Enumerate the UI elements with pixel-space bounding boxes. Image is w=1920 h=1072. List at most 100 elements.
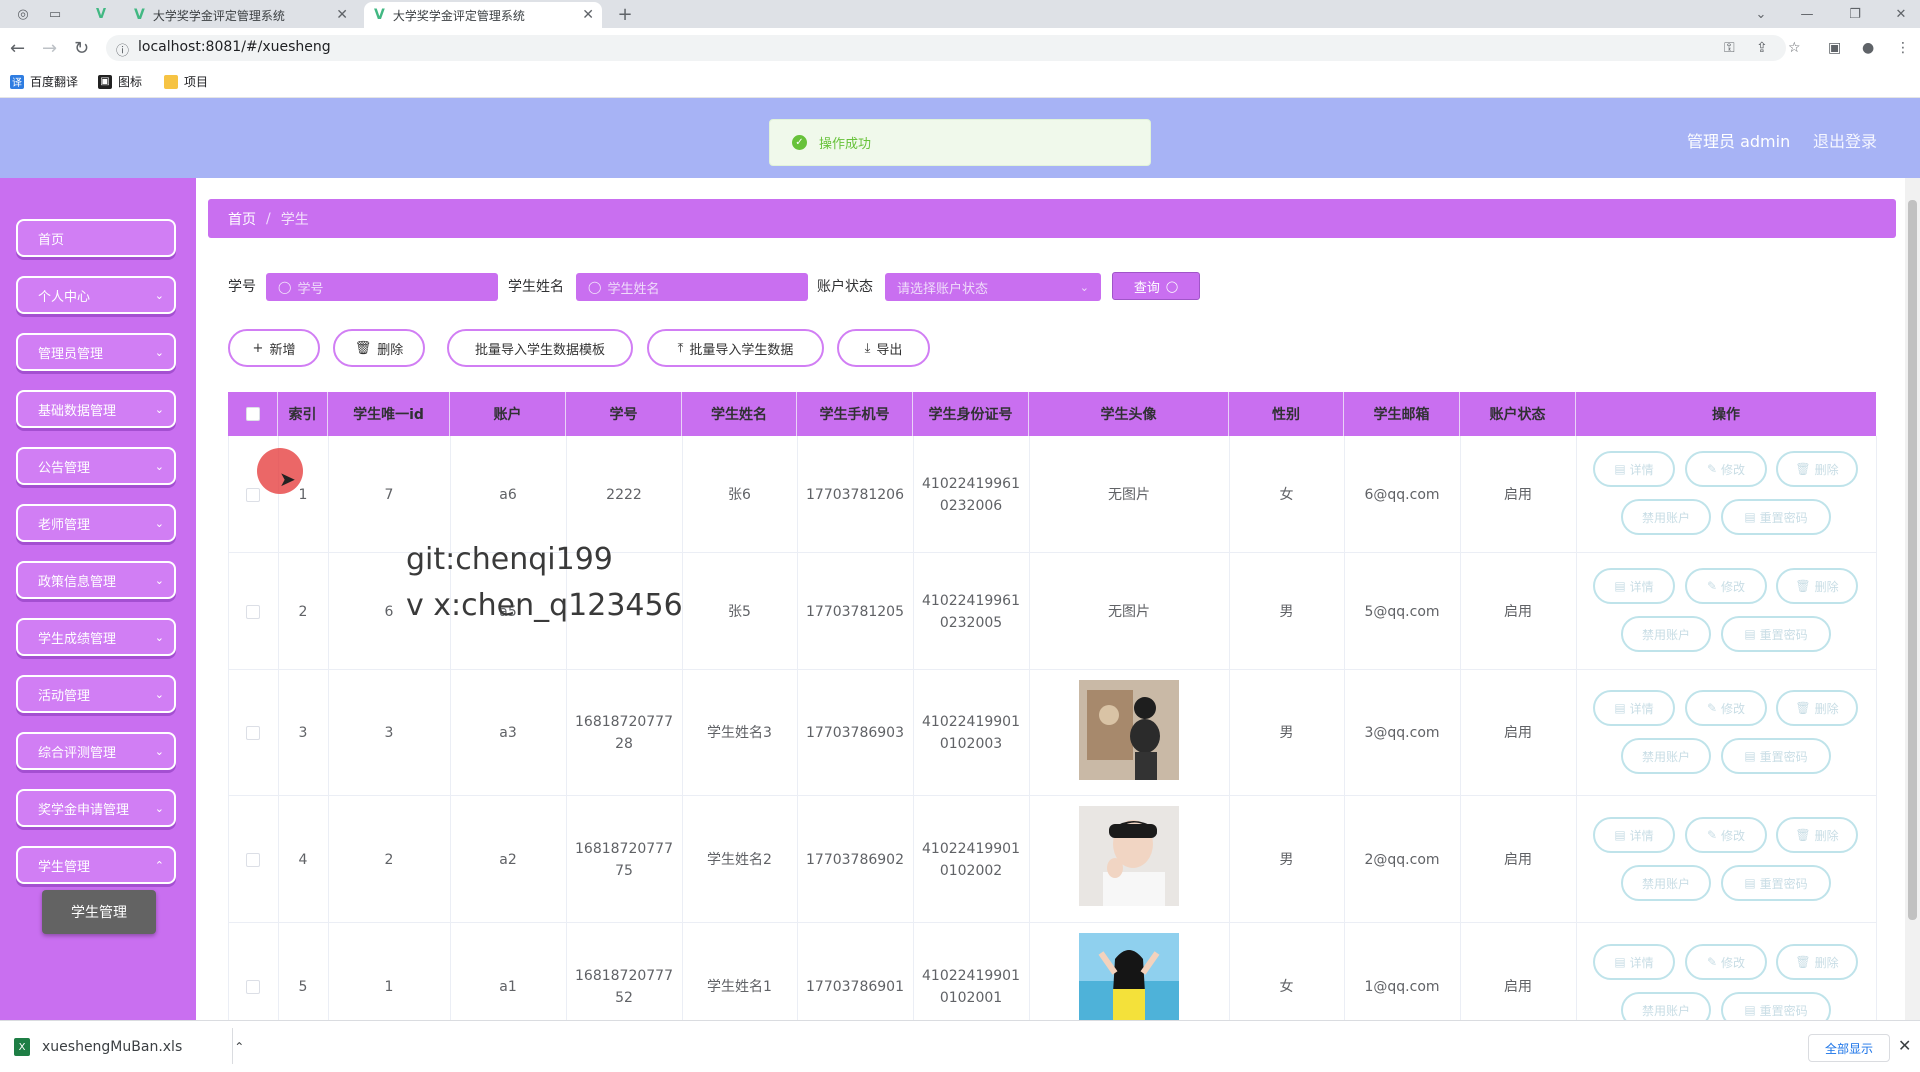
sidebar-item-scholarship[interactable]: 奖学金申请管理 ⌄ <box>16 789 176 827</box>
star-icon[interactable]: ☆ <box>1788 40 1801 56</box>
sidebar-item-notices[interactable]: 公告管理 ⌄ <box>16 447 176 485</box>
sidebar-item-evaluation[interactable]: 综合评测管理 ⌄ <box>16 732 176 770</box>
detail-button[interactable]: ▤ 详情 <box>1593 944 1675 980</box>
edit-button[interactable]: ✎ 修改 <box>1685 568 1767 604</box>
row-delete-button[interactable]: 🗑 删除 <box>1776 944 1858 980</box>
globe-icon[interactable]: ◎ <box>14 5 32 23</box>
sidebar-item-admins[interactable]: 管理员管理 ⌄ <box>16 333 176 371</box>
window-close-icon[interactable]: ✕ <box>1892 5 1910 23</box>
info-icon[interactable]: ⓘ <box>116 40 129 59</box>
chevron-down-icon: ⌄ <box>154 801 164 815</box>
sidebar-item-students[interactable]: 学生管理 ⌃ <box>16 846 176 884</box>
reset-password-button[interactable]: ▤ 重置密码 <box>1721 499 1831 535</box>
batch-import-button[interactable]: ⤒ 批量导入学生数据 <box>647 329 824 367</box>
document-icon: ▤ <box>1614 701 1626 715</box>
reload-icon[interactable]: ↻ <box>74 38 89 59</box>
tab-1[interactable]: V 大学奖学金评定管理系统 ✕ <box>124 2 356 28</box>
close-icon[interactable]: ✕ <box>336 7 348 23</box>
edit-button[interactable]: ✎ 修改 <box>1685 944 1767 980</box>
profile-icon[interactable]: ● <box>1862 40 1874 56</box>
breadcrumb-home[interactable]: 首页 <box>228 209 256 229</box>
disable-account-button[interactable]: 禁用账户 <box>1621 616 1711 652</box>
row-delete-button[interactable]: 🗑 删除 <box>1776 451 1858 487</box>
sidepanel-icon[interactable]: ▣ <box>1828 40 1841 56</box>
disable-account-button[interactable]: 禁用账户 <box>1621 865 1711 901</box>
pencil-icon: ✎ <box>1706 701 1718 715</box>
reset-password-button[interactable]: ▤ 重置密码 <box>1721 616 1831 652</box>
row-checkbox[interactable] <box>246 726 260 740</box>
button-label: 详情 <box>1629 955 1654 970</box>
add-button[interactable]: + 新增 <box>228 329 320 367</box>
chevron-up-icon: ⌃ <box>154 858 164 872</box>
logout-button[interactable]: 退出登录 <box>1813 128 1877 152</box>
row-checkbox[interactable] <box>246 604 260 619</box>
cell-gender: 女 <box>1279 486 1294 503</box>
sidebar-item-policy[interactable]: 政策信息管理 ⌄ <box>16 561 176 599</box>
pinned-tab-icon[interactable]: ▭ <box>46 5 64 23</box>
row-delete-button[interactable]: 🗑 删除 <box>1776 690 1858 726</box>
bookmark-icons[interactable]: ▣ 图标 <box>98 73 142 90</box>
chevron-down-icon: ⌄ <box>154 459 164 473</box>
detail-button[interactable]: ▤ 详情 <box>1593 817 1675 853</box>
edit-button[interactable]: ✎ 修改 <box>1685 451 1767 487</box>
tab-2[interactable]: V 大学奖学金评定管理系统 ✕ <box>364 2 602 28</box>
bookmark-translate[interactable]: 译 百度翻译 <box>10 73 78 90</box>
sidebar-item-grades[interactable]: 学生成绩管理 ⌄ <box>16 618 176 656</box>
student-id-input[interactable]: ◯ 学号 <box>266 273 498 301</box>
row-delete-button[interactable]: 🗑 删除 <box>1776 817 1858 853</box>
share-icon[interactable]: ⇪ <box>1756 40 1768 56</box>
minimize-icon[interactable]: — <box>1798 5 1816 23</box>
sidebar-item-home[interactable]: 首页 <box>16 219 176 257</box>
reset-password-button[interactable]: ▤ 重置密码 <box>1721 738 1831 774</box>
detail-button[interactable]: ▤ 详情 <box>1593 451 1675 487</box>
scrollbar-thumb[interactable] <box>1908 200 1917 920</box>
chevron-up-icon[interactable]: ⌃ <box>234 1040 244 1054</box>
forward-icon[interactable]: → <box>42 38 57 59</box>
cell-avatar: 无图片 <box>1108 603 1150 620</box>
reset-password-button[interactable]: ▤ 重置密码 <box>1721 865 1831 901</box>
sidebar-subitem-students[interactable]: 学生管理 <box>42 890 156 934</box>
row-checkbox[interactable] <box>246 487 260 502</box>
download-item[interactable]: X xueshengMuBan.xls ⌃ <box>14 1038 244 1056</box>
detail-button[interactable]: ▤ 详情 <box>1593 568 1675 604</box>
sidebar-item-label: 奖学金申请管理 <box>38 802 130 818</box>
detail-button[interactable]: ▤ 详情 <box>1593 690 1675 726</box>
account-status-select[interactable]: 请选择账户状态 ⌄ <box>885 273 1101 301</box>
row-checkbox[interactable] <box>246 852 260 867</box>
sidebar-item-base-data[interactable]: 基础数据管理 ⌄ <box>16 390 176 428</box>
import-template-button[interactable]: 批量导入学生数据模板 <box>447 329 633 367</box>
key-icon[interactable]: ⚿ <box>1724 40 1735 56</box>
delete-button[interactable]: 🗑 删除 <box>333 329 425 367</box>
breadcrumb: 首页 / 学生 <box>208 199 1896 238</box>
student-id-label: 学号 <box>228 279 256 295</box>
select-all-checkbox[interactable] <box>245 407 260 421</box>
button-label: 详情 <box>1629 579 1654 594</box>
edit-button[interactable]: ✎ 修改 <box>1685 690 1767 726</box>
edit-button[interactable]: ✎ 修改 <box>1685 817 1767 853</box>
row-delete-button[interactable]: 🗑 删除 <box>1776 568 1858 604</box>
bookmark-project[interactable]: 项目 <box>164 73 208 90</box>
chevron-down-icon[interactable]: ⌄ <box>1752 5 1770 23</box>
sidebar-item-activities[interactable]: 活动管理 ⌄ <box>16 675 176 713</box>
close-icon[interactable]: ✕ <box>582 7 594 23</box>
cell-idcard: 41022419961 0232005 <box>922 592 1020 631</box>
url-text: localhost:8081/#/xuesheng <box>138 39 331 55</box>
new-tab-icon[interactable]: + <box>616 4 634 25</box>
disable-account-button[interactable]: 禁用账户 <box>1621 499 1711 535</box>
placeholder: 请选择账户状态 <box>897 281 989 297</box>
menu-icon[interactable]: ⋮ <box>1896 40 1910 56</box>
search-button[interactable]: 查询 ◯ <box>1112 272 1200 300</box>
sidebar-item-profile[interactable]: 个人中心 ⌄ <box>16 276 176 314</box>
vue-logo-icon[interactable]: V <box>92 5 110 23</box>
url-field[interactable] <box>106 35 1786 61</box>
disable-account-button[interactable]: 禁用账户 <box>1621 738 1711 774</box>
close-icon[interactable]: ✕ <box>1898 1036 1911 1055</box>
student-name-input[interactable]: ◯ 学生姓名 <box>576 273 808 301</box>
row-checkbox[interactable] <box>246 979 260 994</box>
back-icon[interactable]: ← <box>10 38 25 59</box>
restore-icon[interactable]: ❐ <box>1846 5 1864 23</box>
sidebar-item-teachers[interactable]: 老师管理 ⌄ <box>16 504 176 542</box>
document-icon: ▤ <box>1614 462 1626 476</box>
export-button[interactable]: ⤓ 导出 <box>837 329 930 367</box>
show-all-downloads-button[interactable]: 全部显示 <box>1808 1034 1890 1062</box>
